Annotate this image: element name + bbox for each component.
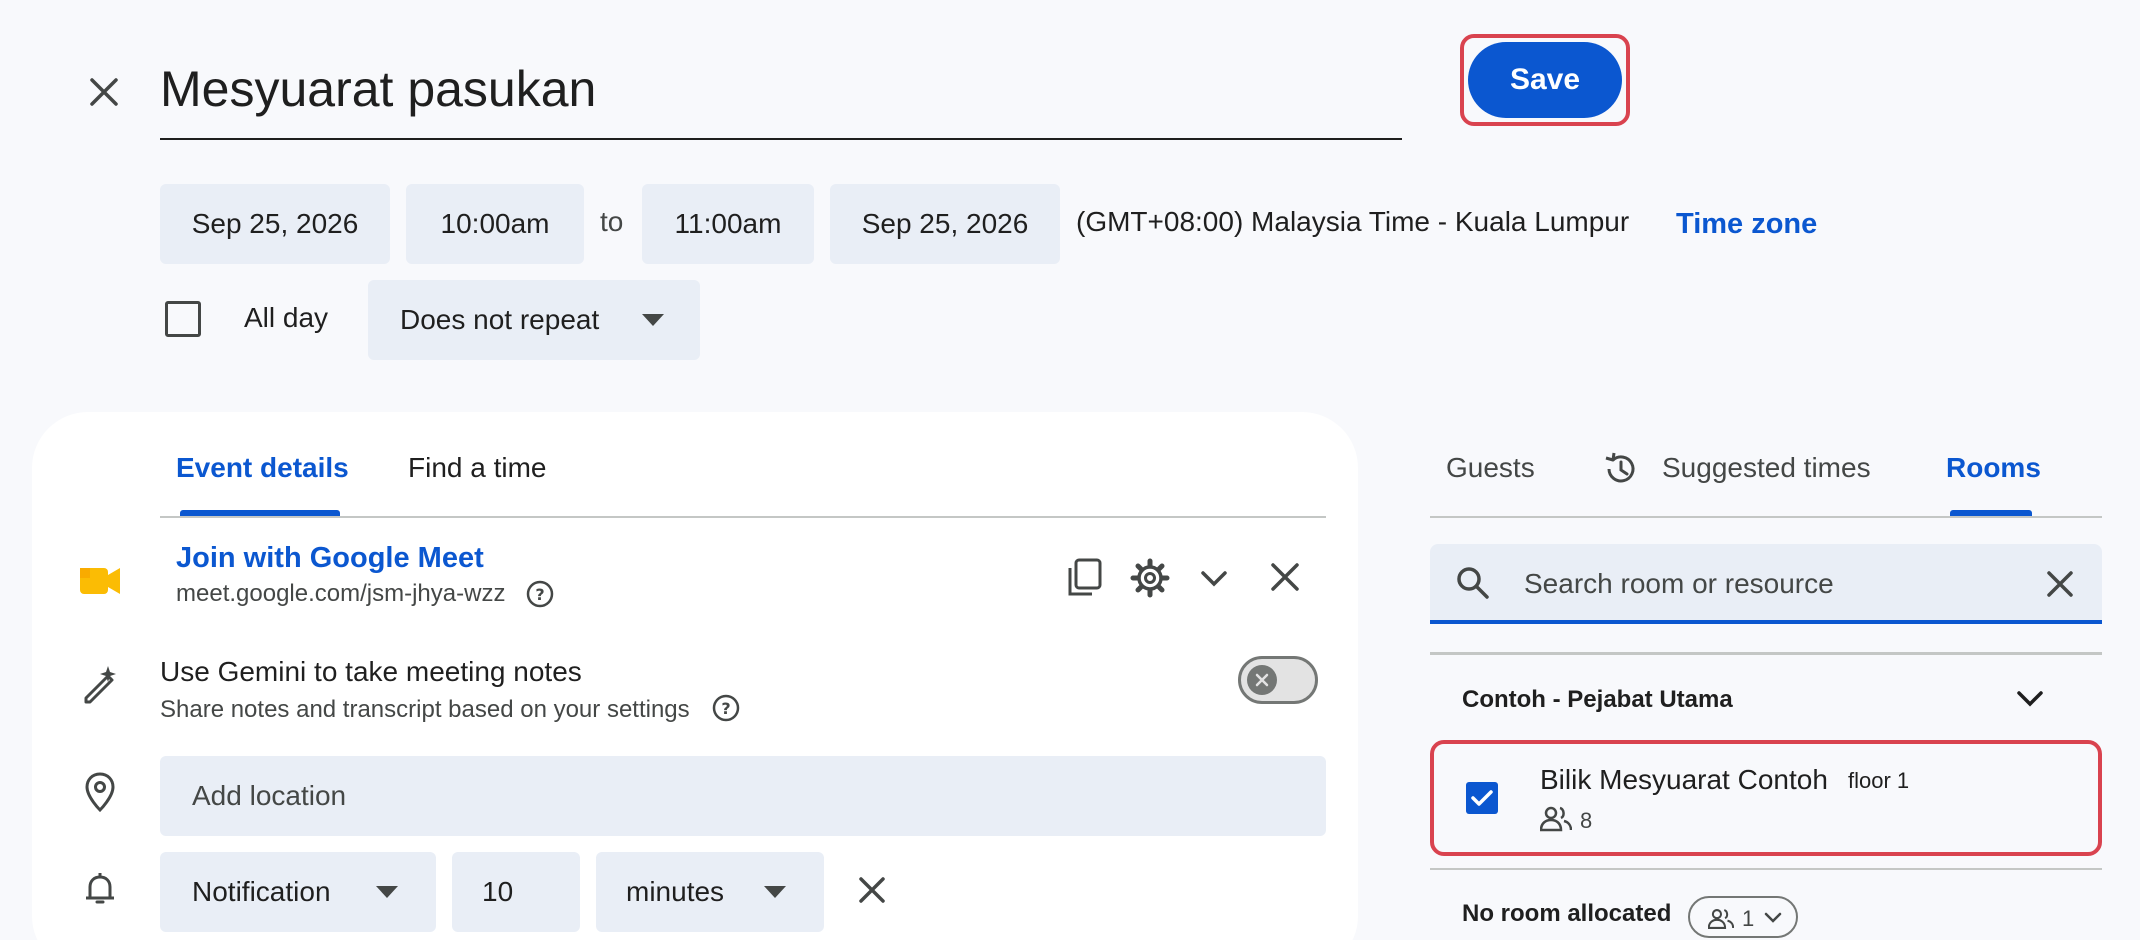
location-placeholder: Add location [192,780,347,811]
history-icon [1602,450,1640,488]
location-input[interactable]: Add location [160,756,1326,836]
no-room-count: 1 [1742,906,1755,931]
help-icon[interactable]: ? [526,580,554,608]
tab-guests[interactable]: Guests [1446,452,1535,484]
to-label: to [600,206,624,237]
tab-rooms[interactable]: Rooms [1946,452,2041,484]
room-search-box[interactable]: Search room or resource [1430,544,2102,624]
repeat-dropdown[interactable]: Does not repeat [368,280,700,360]
svg-text:?: ? [721,699,730,718]
room-row[interactable]: Bilik Mesyuarat Contoh floor 1 8 [1436,746,2096,850]
tabs-divider [160,516,1326,518]
rooms-divider [1430,868,2102,870]
close-icon[interactable] [84,72,124,112]
repeat-value: Does not repeat [400,304,600,335]
tab-event-details[interactable]: Event details [176,452,349,484]
location-pin-icon [84,772,116,812]
title-text: Mesyuarat pasukan [160,61,597,117]
people-icon [1708,908,1734,930]
end-time-chip[interactable]: 11:00am [642,184,814,264]
svg-text:?: ? [535,585,544,604]
gemini-title: Use Gemini to take meeting notes [160,656,582,687]
notification-amount-input[interactable]: 10 [452,852,580,932]
all-day-label: All day [244,302,329,333]
timezone-text: (GMT+08:00) Malaysia Time - Kuala Lumpur [1076,206,1630,237]
copy-icon[interactable] [1066,558,1104,598]
no-room-label: No room allocated [1462,900,1672,927]
building-name: Contoh - Pejabat Utama [1462,686,1733,713]
start-time-chip[interactable]: 10:00am [406,184,584,264]
remove-notification-icon[interactable] [858,876,886,904]
remove-meet-icon[interactable] [1270,562,1300,592]
dropdown-arrow-icon [764,886,786,898]
gemini-toggle[interactable] [1238,656,1318,704]
chevron-down-icon[interactable] [2016,690,2044,708]
room-floor: floor 1 [1848,768,1910,793]
help-icon[interactable]: ? [712,694,740,722]
notification-unit-dropdown[interactable]: minutes [596,852,824,932]
tab-find-a-time[interactable]: Find a time [408,452,547,484]
notification-unit-value: minutes [626,876,725,907]
tab-suggested-times[interactable]: Suggested times [1662,452,1871,484]
bell-icon [84,872,116,906]
room-capacity: 8 [1580,808,1593,833]
toggle-knob [1247,665,1277,695]
room-search-placeholder: Search room or resource [1524,568,1834,599]
dropdown-arrow-icon [642,314,664,326]
dropdown-arrow-icon [376,886,398,898]
notification-amount-value: 10 [482,876,514,907]
side-tabs-divider [1430,516,2102,518]
chevron-down-icon [1764,912,1782,924]
room-checkbox[interactable] [1466,782,1498,814]
all-day-checkbox[interactable] [165,301,201,337]
end-date-chip[interactable]: Sep 25, 2026 [830,184,1060,264]
clear-search-icon[interactable] [2046,570,2074,598]
gemini-subtitle: Share notes and transcript based on your… [160,696,690,723]
no-room-count-chip[interactable]: 1 [1688,896,1798,938]
notification-type-value: Notification [192,876,331,907]
join-meet-link[interactable]: Join with Google Meet [176,542,484,575]
title-input[interactable]: Mesyuarat pasukan [160,50,1402,140]
gemini-pen-icon [80,664,120,704]
building-divider [1430,652,2102,655]
save-button[interactable]: Save [1468,42,1622,118]
chevron-down-icon[interactable] [1200,570,1228,588]
people-icon [1540,806,1572,832]
search-icon [1456,566,1490,600]
notification-type-dropdown[interactable]: Notification [160,852,436,932]
gear-icon[interactable] [1130,558,1170,598]
room-name: Bilik Mesyuarat Contoh [1540,764,1828,795]
meet-url: meet.google.com/jsm-jhya-wzz [176,580,506,607]
google-meet-icon [80,564,120,598]
start-date-chip[interactable]: Sep 25, 2026 [160,184,390,264]
timezone-link[interactable]: Time zone [1676,208,1817,241]
